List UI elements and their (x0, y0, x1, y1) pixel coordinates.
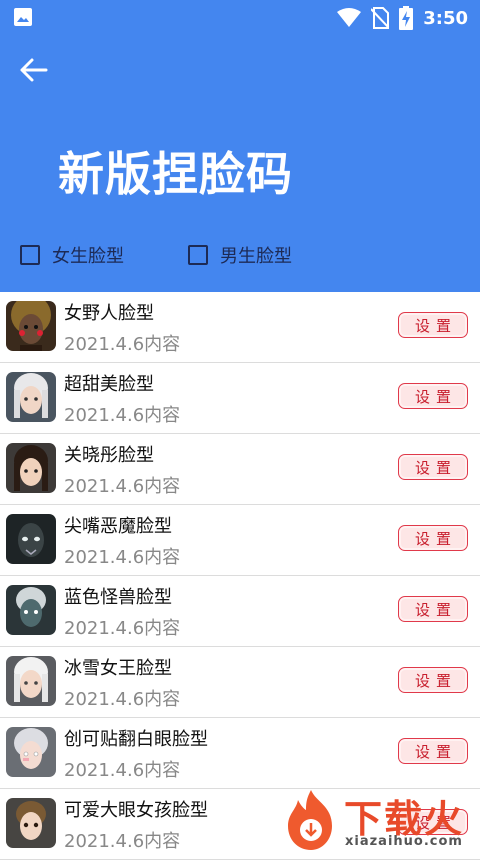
list-item[interactable]: 超甜美脸型 2021.4.6内容 设置 (0, 363, 480, 434)
list-item[interactable]: 关晓彤脸型 2021.4.6内容 设置 (0, 434, 480, 505)
item-date: 2021.4.6内容 (64, 689, 181, 710)
set-button[interactable]: 设置 (398, 738, 468, 764)
list-item[interactable]: 蓝色怪兽脸型 2021.4.6内容 设置 (0, 576, 480, 647)
item-name: 尖嘴恶魔脸型 (64, 516, 172, 537)
list-item[interactable]: 尖嘴恶魔脸型 2021.4.6内容 设置 (0, 505, 480, 576)
set-button[interactable]: 设置 (398, 525, 468, 551)
header: 3:50 新版捏脸码 女生脸型 男生脸型 (0, 0, 480, 292)
checkbox-icon[interactable] (20, 245, 40, 265)
list-item[interactable]: 女野人脸型 2021.4.6内容 设置 (0, 292, 480, 363)
item-name: 超甜美脸型 (64, 374, 154, 395)
set-button[interactable]: 设置 (398, 667, 468, 693)
battery-charging-icon (399, 6, 414, 30)
status-time: 3:50 (423, 7, 468, 29)
list-item[interactable]: 创可贴翻白眼脸型 2021.4.6内容 设置 (0, 718, 480, 789)
avatar (6, 301, 56, 351)
watermark-sub: xiazaihuo.com (345, 834, 463, 849)
wifi-icon (337, 8, 362, 27)
avatar (6, 443, 56, 493)
watermark: 下载火 xiazaihuo.com (282, 788, 480, 853)
page-title: 新版捏脸码 (58, 147, 293, 201)
item-name: 冰雪女王脸型 (64, 658, 172, 679)
filter-male-checkbox[interactable]: 男生脸型 (188, 242, 292, 268)
item-date: 2021.4.6内容 (64, 476, 181, 497)
avatar (6, 514, 56, 564)
set-button[interactable]: 设置 (398, 454, 468, 480)
status-bar: 3:50 (0, 0, 480, 36)
avatar (6, 585, 56, 635)
item-date: 2021.4.6内容 (64, 618, 181, 639)
avatar (6, 656, 56, 706)
flame-logo-icon (288, 790, 332, 850)
avatar (6, 798, 56, 848)
item-date: 2021.4.6内容 (64, 405, 181, 426)
item-name: 关晓彤脸型 (64, 445, 154, 466)
filter-female-checkbox[interactable]: 女生脸型 (20, 242, 124, 268)
filter-label: 男生脸型 (220, 246, 292, 267)
filter-label: 女生脸型 (52, 246, 124, 267)
item-name: 创可贴翻白眼脸型 (64, 729, 208, 750)
item-date: 2021.4.6内容 (64, 760, 181, 781)
set-button[interactable]: 设置 (398, 383, 468, 409)
item-name: 女野人脸型 (64, 303, 154, 324)
face-code-list: 女野人脸型 2021.4.6内容 设置 超甜美脸型 2021.4.6内容 设置 (0, 292, 480, 860)
no-sim-icon (371, 7, 390, 29)
item-name: 蓝色怪兽脸型 (64, 587, 172, 608)
avatar (6, 727, 56, 777)
back-arrow-icon[interactable] (16, 52, 52, 88)
checkbox-icon[interactable] (188, 245, 208, 265)
item-date: 2021.4.6内容 (64, 547, 181, 568)
list-item[interactable]: 冰雪女王脸型 2021.4.6内容 设置 (0, 647, 480, 718)
item-name: 可爱大眼女孩脸型 (64, 800, 208, 821)
avatar (6, 372, 56, 422)
item-date: 2021.4.6内容 (64, 334, 181, 355)
item-date: 2021.4.6内容 (64, 831, 181, 852)
set-button[interactable]: 设置 (398, 596, 468, 622)
image-icon (14, 8, 32, 26)
set-button[interactable]: 设置 (398, 312, 468, 338)
